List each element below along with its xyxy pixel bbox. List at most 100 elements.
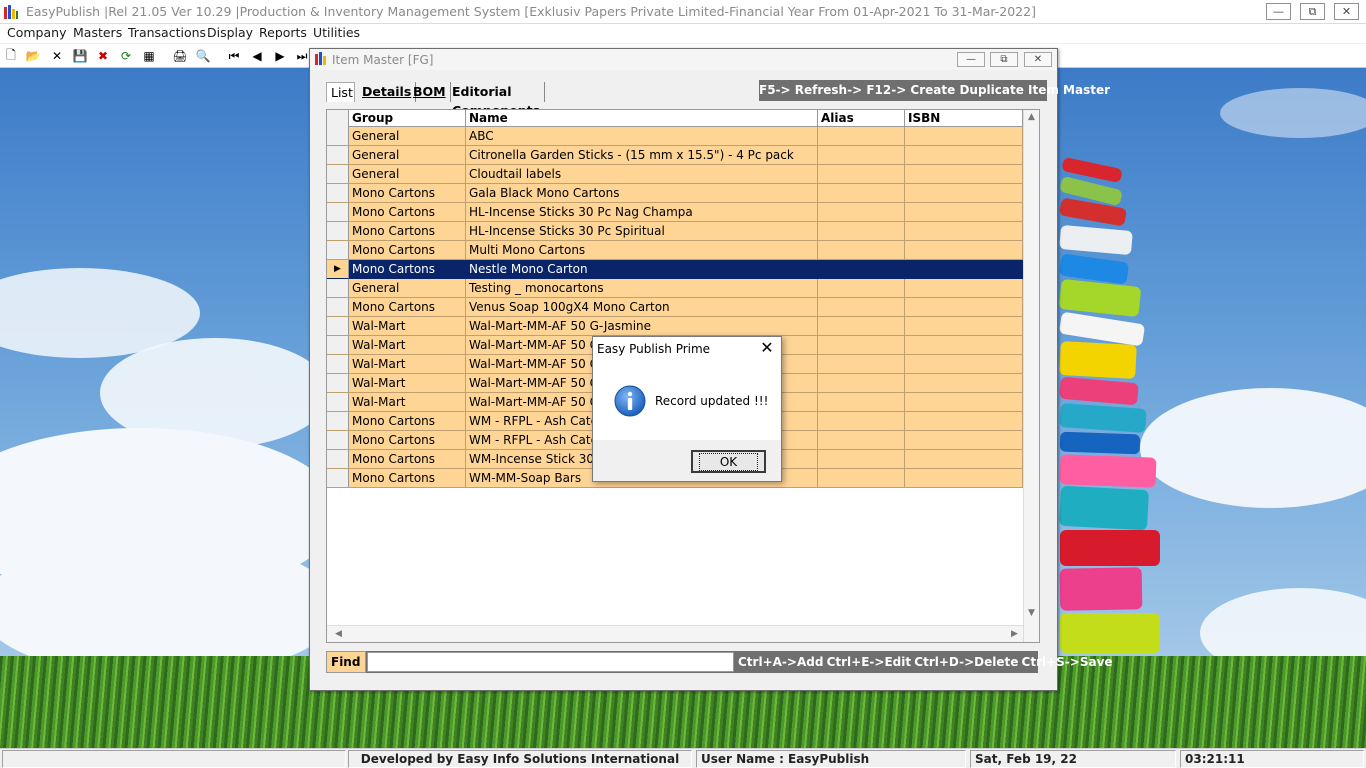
cell-name[interactable]: Multi Mono Cartons [466, 241, 818, 260]
cell-group[interactable]: General [349, 127, 466, 146]
cell-isbn[interactable] [905, 355, 1023, 374]
menu-utilities[interactable]: Utilities [313, 25, 360, 40]
row-header[interactable] [327, 317, 349, 336]
cell-group[interactable]: Mono Cartons [349, 469, 466, 488]
menu-masters[interactable]: Masters [73, 25, 122, 40]
cell-alias[interactable] [818, 431, 905, 450]
cell-group[interactable]: Mono Cartons [349, 412, 466, 431]
cell-alias[interactable] [818, 184, 905, 203]
child-restore-button[interactable]: ⧉ [990, 52, 1018, 67]
cell-isbn[interactable] [905, 412, 1023, 431]
cell-name[interactable]: Venus Soap 100gX4 Mono Carton [466, 298, 818, 317]
row-header[interactable] [327, 203, 349, 222]
scroll-left-icon[interactable]: ◀ [335, 629, 342, 639]
column-header-name[interactable]: Name [466, 110, 818, 127]
cell-isbn[interactable] [905, 393, 1023, 412]
cell-alias[interactable] [818, 127, 905, 146]
cell-isbn[interactable] [905, 222, 1023, 241]
row-header[interactable] [327, 374, 349, 393]
column-header-alias[interactable]: Alias [818, 110, 905, 127]
cell-isbn[interactable] [905, 469, 1023, 488]
row-header[interactable] [327, 393, 349, 412]
table-row[interactable]: Mono Cartons Multi Mono Cartons [327, 241, 1023, 260]
cell-isbn[interactable] [905, 279, 1023, 298]
cell-name[interactable]: Gala Black Mono Cartons [466, 184, 818, 203]
cell-name[interactable]: Nestle Mono Carton [466, 260, 818, 279]
open-icon[interactable]: 📂 [24, 47, 42, 65]
cell-isbn[interactable] [905, 336, 1023, 355]
cell-isbn[interactable] [905, 146, 1023, 165]
cell-alias[interactable] [818, 393, 905, 412]
cell-alias[interactable] [818, 222, 905, 241]
scroll-right-icon[interactable]: ▶ [1011, 629, 1018, 639]
cell-name[interactable]: HL-Incense Sticks 30 Pc Spiritual [466, 222, 818, 241]
calculator-icon[interactable]: ▦ [140, 47, 158, 65]
ok-button[interactable]: OK [691, 450, 766, 473]
find-input[interactable] [367, 652, 734, 672]
scroll-up-icon[interactable]: ▲ [1028, 112, 1035, 122]
tab-list[interactable]: List [326, 82, 355, 102]
row-header[interactable] [327, 469, 349, 488]
cell-name[interactable]: ABC [466, 127, 818, 146]
cell-group[interactable]: Mono Cartons [349, 450, 466, 469]
cell-group[interactable]: Mono Cartons [349, 203, 466, 222]
cell-group[interactable]: General [349, 279, 466, 298]
cell-group[interactable]: General [349, 146, 466, 165]
current-row-indicator-icon[interactable]: ▶ [327, 260, 349, 279]
table-row[interactable]: Mono Cartons HL-Incense Sticks 30 Pc Spir… [327, 222, 1023, 241]
horizontal-scrollbar[interactable]: ◀ ▶ [327, 625, 1023, 642]
menu-transactions[interactable]: Transactions [128, 25, 206, 40]
next-record-icon[interactable]: ▶ [271, 47, 289, 65]
table-row[interactable]: Mono Cartons Venus Soap 100gX4 Mono Carto… [327, 298, 1023, 317]
row-header[interactable] [327, 127, 349, 146]
cell-alias[interactable] [818, 355, 905, 374]
column-header-isbn[interactable]: ISBN [905, 110, 1023, 127]
table-row[interactable]: General Citronella Garden Sticks - (15 mm… [327, 146, 1023, 165]
cell-isbn[interactable] [905, 127, 1023, 146]
cell-alias[interactable] [818, 469, 905, 488]
new-icon[interactable]: 🗋 [2, 47, 20, 65]
cell-name[interactable]: Cloudtail labels [466, 165, 818, 184]
tab-details[interactable]: Details [358, 82, 417, 102]
minimize-button[interactable]: — [1266, 3, 1291, 20]
row-header[interactable] [327, 355, 349, 374]
table-row[interactable]: General ABC [327, 127, 1023, 146]
row-header[interactable] [327, 222, 349, 241]
close-button[interactable]: ✕ [1334, 3, 1359, 20]
cell-alias[interactable] [818, 317, 905, 336]
cell-isbn[interactable] [905, 317, 1023, 336]
cell-alias[interactable] [818, 260, 905, 279]
first-record-icon[interactable]: ⏮ [225, 47, 243, 65]
row-header[interactable] [327, 184, 349, 203]
cell-group[interactable]: Wal-Mart [349, 355, 466, 374]
row-header[interactable] [327, 336, 349, 355]
cell-group[interactable]: General [349, 165, 466, 184]
cell-isbn[interactable] [905, 241, 1023, 260]
cell-isbn[interactable] [905, 450, 1023, 469]
cell-alias[interactable] [818, 279, 905, 298]
cell-group[interactable]: Mono Cartons [349, 298, 466, 317]
cell-name[interactable]: Wal-Mart-MM-AF 50 G-Jasmine [466, 317, 818, 336]
cell-group[interactable]: Wal-Mart [349, 393, 466, 412]
dialog-close-icon[interactable]: ✕ [758, 340, 776, 358]
row-header[interactable] [327, 298, 349, 317]
tab-bom[interactable]: BOM [409, 82, 451, 102]
cell-isbn[interactable] [905, 184, 1023, 203]
table-row[interactable]: ▶ Mono Cartons Nestle Mono Carton [327, 260, 1023, 279]
cell-group[interactable]: Wal-Mart [349, 336, 466, 355]
menu-reports[interactable]: Reports [259, 25, 307, 40]
table-row[interactable]: General Testing _ monocartons [327, 279, 1023, 298]
tab-editorial-components[interactable]: Editorial Components [448, 82, 546, 118]
cell-group[interactable]: Mono Cartons [349, 260, 466, 279]
cell-isbn[interactable] [905, 165, 1023, 184]
row-header[interactable] [327, 146, 349, 165]
child-minimize-button[interactable]: — [957, 52, 985, 67]
row-header[interactable] [327, 279, 349, 298]
row-header[interactable] [327, 412, 349, 431]
row-header[interactable] [327, 241, 349, 260]
cell-alias[interactable] [818, 203, 905, 222]
print-preview-icon[interactable]: 🔍 [194, 47, 212, 65]
cell-name[interactable]: Citronella Garden Sticks - (15 mm x 15.5… [466, 146, 818, 165]
cell-alias[interactable] [818, 450, 905, 469]
cell-isbn[interactable] [905, 203, 1023, 222]
